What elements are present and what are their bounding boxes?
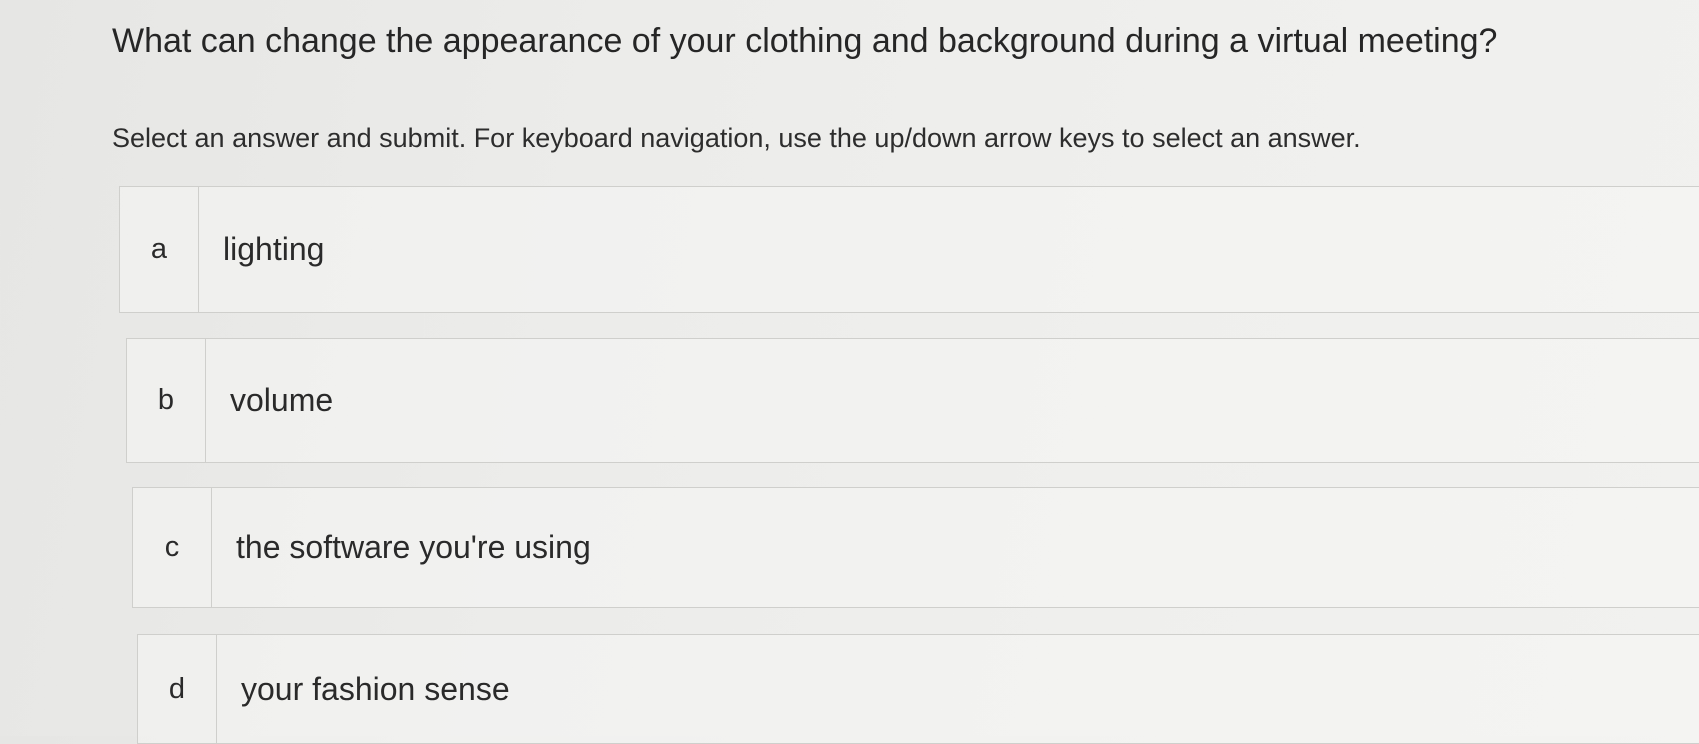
option-label: your fashion sense bbox=[241, 670, 510, 707]
option-letter: c bbox=[133, 488, 212, 607]
answer-options: a lighting b volume c the software you'r… bbox=[0, 0, 1699, 744]
answer-option-b[interactable]: b volume bbox=[126, 338, 1699, 463]
option-letter: d bbox=[138, 635, 217, 743]
option-label: the software you're using bbox=[236, 529, 591, 565]
answer-option-c[interactable]: c the software you're using bbox=[132, 487, 1699, 608]
answer-option-d[interactable]: d your fashion sense bbox=[137, 634, 1699, 744]
answer-option-a[interactable]: a lighting bbox=[119, 186, 1699, 313]
option-letter: a bbox=[120, 187, 199, 312]
option-letter: b bbox=[127, 339, 206, 462]
option-label: volume bbox=[230, 382, 334, 418]
option-label: lighting bbox=[223, 231, 325, 267]
